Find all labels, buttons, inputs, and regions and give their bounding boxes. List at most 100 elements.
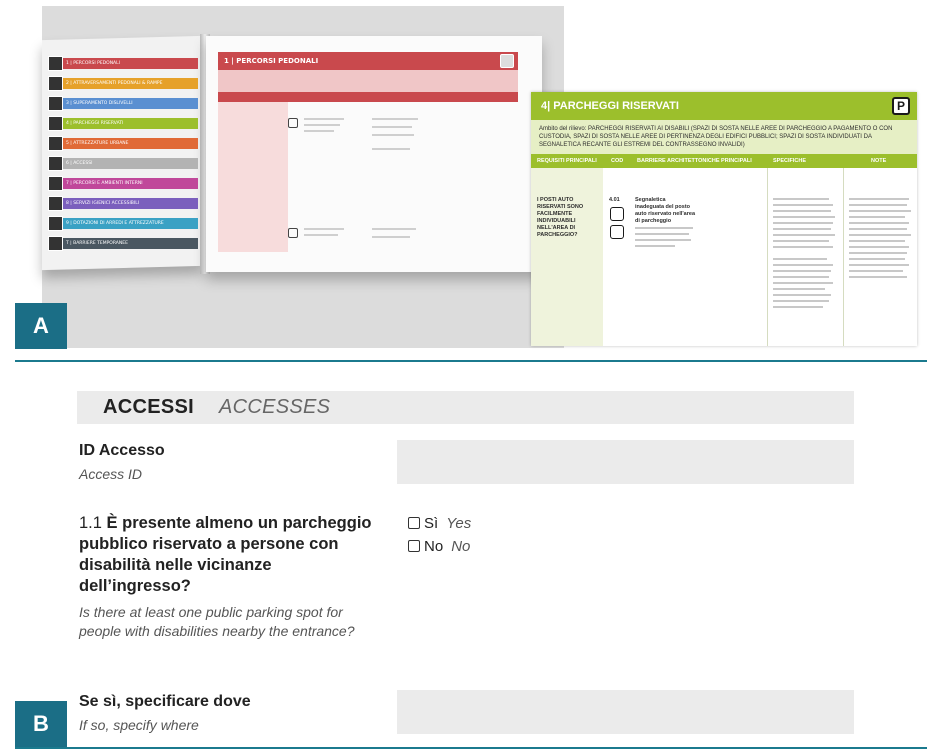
access-id-label-en: Access ID xyxy=(79,466,143,482)
text-line xyxy=(849,204,907,206)
barrier-icon xyxy=(288,228,298,238)
text-line xyxy=(849,252,907,254)
text-line xyxy=(635,227,693,229)
chapter-icon xyxy=(48,236,63,251)
text-line xyxy=(849,264,909,266)
text-line xyxy=(849,276,907,278)
column-header: NOTE xyxy=(871,158,887,164)
text-line xyxy=(773,210,831,212)
text-line xyxy=(849,234,911,236)
barrier-icon xyxy=(288,118,298,128)
chapter-icon xyxy=(48,136,63,151)
chapter-icon xyxy=(48,176,63,191)
panel-a: 1 | PERCORSI PEDONALI 2 | ATTRAVERSAMENT… xyxy=(0,0,927,366)
text-line xyxy=(773,258,827,260)
chapter-item: 1 | PERCORSI PEDONALI xyxy=(48,56,198,71)
text-line xyxy=(635,245,675,247)
chapter-label: 7 | PERCORSI E AMBIENTI INTERNI xyxy=(63,178,198,189)
right-page-scope xyxy=(218,70,518,92)
text-line xyxy=(304,228,344,230)
column-header: SPECIFICHE xyxy=(773,158,807,164)
section-title-en: ACCESSES xyxy=(219,396,331,418)
panel-label-b: B xyxy=(15,701,67,747)
text-line xyxy=(773,294,831,296)
text-line xyxy=(773,222,833,224)
requirement-code: 4.01 xyxy=(609,197,620,203)
text-line xyxy=(304,118,344,120)
option-yes[interactable]: Sì Yes xyxy=(408,514,471,532)
right-page-header: 1 | PERCORSI PEDONALI xyxy=(218,52,518,70)
chapter-icon xyxy=(48,116,63,131)
access-id-input[interactable] xyxy=(397,440,854,484)
text-line xyxy=(773,198,829,200)
chapter-label: 9 | DOTAZIONI DI ARREDI E ATTREZZATURE xyxy=(63,218,198,229)
card-title: 4| PARCHEGGI RISERVATI xyxy=(541,100,679,112)
text-line xyxy=(372,126,412,128)
chapter-icon xyxy=(48,76,63,91)
column-header: COD xyxy=(611,158,624,164)
chapter-item: 5 | ATTREZZATURE URBANE xyxy=(48,136,198,151)
text-line xyxy=(849,216,905,218)
text-line xyxy=(372,148,410,150)
text-line xyxy=(849,246,909,248)
text-line xyxy=(773,270,831,272)
text-line xyxy=(773,234,835,236)
card-header: 4| PARCHEGGI RISERVATI P xyxy=(531,92,917,120)
text-line xyxy=(773,300,829,302)
text-line xyxy=(849,198,909,200)
column-separator xyxy=(767,168,768,346)
text-line xyxy=(773,216,835,218)
requirement-text: I POSTI AUTO RISERVATI SONO FACILMENTE I… xyxy=(537,197,584,238)
text-line xyxy=(372,118,418,120)
option-no[interactable]: No No xyxy=(408,537,470,555)
text-line xyxy=(773,288,825,290)
chapter-item: 2 | ATTRAVERSAMENTI PEDONALI & RAMPE xyxy=(48,76,198,91)
question-1-1-label: 1.1 È presente almeno un parcheggio pubb… xyxy=(79,513,379,597)
access-id-label: ID Accesso xyxy=(79,442,165,459)
option-no-label: No xyxy=(424,537,444,555)
chapter-label: 5 | ATTREZZATURE URBANE xyxy=(63,138,198,149)
requirements-column xyxy=(531,168,603,346)
checkbox-no[interactable] xyxy=(408,540,420,552)
open-book: 1 | PERCORSI PEDONALI 2 | ATTRAVERSAMENT… xyxy=(42,34,542,278)
chapter-item: 3 | SUPERAMENTO DISLIVELLI xyxy=(48,96,198,111)
column-header: BARRIERE ARCHITETTONICHE PRINCIPALI xyxy=(637,158,752,164)
panel-label-a: A xyxy=(15,303,67,349)
question-text: È presente almeno un parcheggio pubblico… xyxy=(79,514,372,595)
text-line xyxy=(849,258,905,260)
text-line xyxy=(773,228,831,230)
text-line xyxy=(304,234,338,236)
chapter-label: 6 | ACCESSI xyxy=(63,158,198,169)
question-1-1-label-en: Is there at least one public parking spo… xyxy=(79,604,355,639)
chapter-label: 2 | ATTRAVERSAMENTI PEDONALI & RAMPE xyxy=(63,78,198,89)
specify-where-input[interactable] xyxy=(397,690,854,734)
chapter-item: 8 | SERVIZI IGIENICI ACCESSIBILI xyxy=(48,196,198,211)
text-line xyxy=(773,276,829,278)
text-line xyxy=(849,228,907,230)
text-line xyxy=(372,134,414,136)
panel-bottom-line xyxy=(15,747,927,749)
option-yes-label-en: Yes xyxy=(446,514,472,532)
column-header: REQUISITI PRINCIPALI xyxy=(537,158,597,164)
option-yes-label: Sì xyxy=(424,514,439,532)
specify-where-label: Se sì, specificare dove xyxy=(79,693,251,710)
column-separator xyxy=(843,168,844,346)
chapter-item: 7 | PERCORSI E AMBIENTI INTERNI xyxy=(48,176,198,191)
text-line xyxy=(773,282,833,284)
text-line xyxy=(849,270,903,272)
text-line xyxy=(773,246,833,248)
chapter-item: 9 | DOTAZIONI DI ARREDI E ATTREZZATURE xyxy=(48,216,198,231)
chapter-label: 4 | PARCHEGGI RISERVATI xyxy=(63,118,198,129)
text-line xyxy=(304,124,340,126)
chapter-icon xyxy=(48,96,63,111)
text-line xyxy=(635,239,691,241)
checkbox-yes[interactable] xyxy=(408,517,420,529)
right-page-title: 1 | PERCORSI PEDONALI xyxy=(224,57,319,65)
barrier-text: Segnaletica inadeguata del posto auto ri… xyxy=(635,197,696,224)
text-line xyxy=(635,233,689,235)
specify-where-label-en: If so, specify where xyxy=(79,717,199,733)
parking-chapter-card: 4| PARCHEGGI RISERVATI P Ambito del rili… xyxy=(531,92,917,346)
chapter-item: T | BARRIERE TEMPORANEE xyxy=(48,236,198,251)
chapter-label: 8 | SERVIZI IGIENICI ACCESSIBILI xyxy=(63,198,198,209)
section-header: ACCESSI ACCESSES xyxy=(77,391,854,424)
